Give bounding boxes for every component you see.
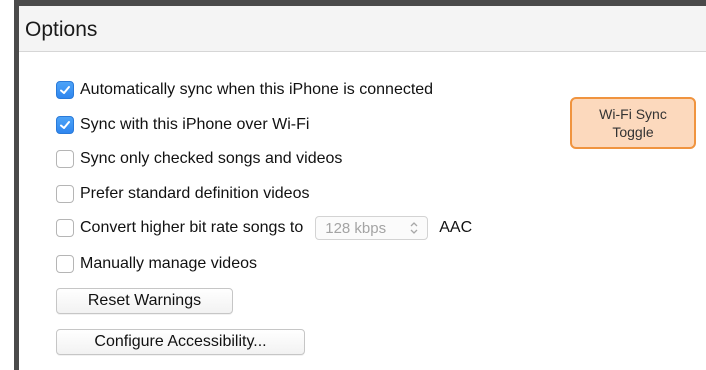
option-manual-videos[interactable]: Manually manage videos [56,253,257,275]
format-label: AAC [439,219,473,236]
manual-videos-checkbox[interactable] [56,255,74,273]
annotation-line1: Wi-Fi Sync [599,106,667,122]
option-wifi-sync[interactable]: Sync with this iPhone over Wi-Fi [56,114,309,136]
options-header: Options [19,6,706,52]
reset-warnings-button[interactable]: Reset Warnings [56,288,233,314]
standard-definition-label: Prefer standard definition videos [80,185,310,202]
bitrate-value: 128 kbps [325,219,387,237]
auto-sync-label: Automatically sync when this iPhone is c… [80,81,434,98]
bitrate-select[interactable]: 128 kbps [315,216,429,240]
checkmark-icon [60,121,70,129]
page-title: Options [25,18,98,41]
options-panel: Options Automatically sync when this iPh… [0,0,706,370]
convert-bitrate-label: Convert higher bit rate songs to [80,219,304,236]
standard-definition-checkbox[interactable] [56,185,74,203]
option-convert-bitrate[interactable]: Convert higher bit rate songs to 128 kbp… [56,216,473,240]
wifi-sync-label: Sync with this iPhone over Wi-Fi [80,116,310,133]
up-down-arrows-icon [410,222,418,234]
wifi-sync-annotation: Wi-Fi Sync Toggle [570,97,696,149]
annotation-line2: Toggle [612,124,654,140]
checked-songs-label: Sync only checked songs and videos [80,150,343,167]
option-standard-definition[interactable]: Prefer standard definition videos [56,183,309,205]
wifi-sync-checkbox[interactable] [56,116,74,134]
manual-videos-label: Manually manage videos [80,255,257,272]
configure-accessibility-button[interactable]: Configure Accessibility... [56,329,305,355]
window-border-left [14,0,19,370]
auto-sync-checkbox[interactable] [56,81,74,99]
option-checked-songs[interactable]: Sync only checked songs and videos [56,148,342,170]
checked-songs-checkbox[interactable] [56,150,74,168]
checkmark-icon [60,86,70,94]
option-auto-sync[interactable]: Automatically sync when this iPhone is c… [56,79,433,101]
convert-bitrate-checkbox[interactable] [56,219,74,237]
